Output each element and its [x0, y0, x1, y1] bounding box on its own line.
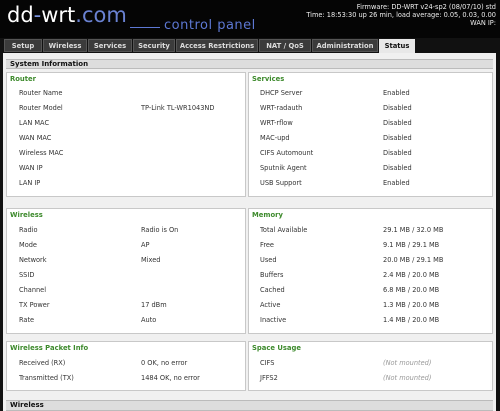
row-value: Disabled	[383, 104, 412, 112]
row-label: SSID	[19, 271, 35, 279]
wireless-panel: Wireless Radio Radio is On Mode AP Netwo…	[6, 208, 246, 334]
system-status-info: Firmware: DD-WRT v24-sp2 (08/07/10) std …	[306, 3, 496, 28]
row-value: Auto	[141, 316, 157, 324]
row-value: 9.1 MB / 29.1 MB	[383, 241, 440, 249]
row-value: Radio is On	[141, 226, 179, 234]
row-value: Mixed	[141, 256, 161, 264]
row-label: DHCP Server	[260, 89, 303, 97]
wireless-packet-info-panel: Wireless Packet Info Received (RX) 0 OK,…	[6, 341, 246, 391]
row-label: JFFS2	[260, 374, 278, 382]
row-value: (Not mounted)	[383, 359, 432, 367]
row-label: CIFS Automount	[260, 149, 314, 157]
row-value: 2.4 MB / 20.0 MB	[383, 271, 440, 279]
row-label: Router Model	[19, 104, 63, 112]
row-value: Enabled	[383, 89, 410, 97]
memory-panel-title: Memory	[252, 211, 283, 219]
router-panel: Router Router Name Router Model TP-Link …	[6, 72, 246, 197]
dd-wrt-logo[interactable]: dd-wrt.com	[7, 3, 127, 27]
row-label: Channel	[19, 286, 47, 294]
row-label: WAN MAC	[19, 134, 52, 142]
row-label: Mode	[19, 241, 37, 249]
main-tab-bar: Setup Wireless Services Security Access …	[0, 38, 500, 54]
row-value: 29.1 MB / 32.0 MB	[383, 226, 444, 234]
tab-access-restrictions[interactable]: Access Restrictions	[176, 39, 258, 52]
row-value: (Not mounted)	[383, 374, 432, 382]
row-label: Radio	[19, 226, 38, 234]
services-panel: Services DHCP Server Enabled WRT-radauth…	[248, 72, 493, 197]
row-label: Active	[260, 301, 281, 309]
header: dd-wrt.com control panel Firmware: DD-WR…	[0, 0, 500, 38]
row-label: CIFS	[260, 359, 275, 367]
section-title-wireless: Wireless	[6, 400, 493, 411]
services-panel-title: Services	[252, 75, 285, 83]
row-label: WRT-radauth	[260, 104, 303, 112]
wan-ip-text: WAN IP:	[470, 19, 496, 28]
row-value: Disabled	[383, 149, 412, 157]
row-label: Free	[260, 241, 274, 249]
section-title-system-information: System Information	[6, 59, 493, 69]
logo-wrt: wrt	[41, 3, 76, 27]
space-usage-panel: Space Usage CIFS (Not mounted) JFFS2 (No…	[248, 341, 493, 391]
row-label: Buffers	[260, 271, 284, 279]
row-value: 17 dBm	[141, 301, 167, 309]
row-label: Network	[19, 256, 47, 264]
row-label: Router Name	[19, 89, 63, 97]
row-value: Enabled	[383, 179, 410, 187]
control-panel-label: control panel	[164, 18, 256, 33]
row-label: LAN IP	[19, 179, 41, 187]
row-value: Disabled	[383, 134, 412, 142]
row-label: WRT-rflow	[260, 119, 293, 127]
row-label: Rate	[19, 316, 35, 324]
row-value: Disabled	[383, 164, 412, 172]
row-label: Wireless MAC	[19, 149, 64, 157]
row-label: Received (RX)	[19, 359, 66, 367]
row-label: LAN MAC	[19, 119, 50, 127]
row-label: TX Power	[19, 301, 50, 309]
row-label: USB Support	[260, 179, 302, 187]
uptime-text: Time: 18:53:30 up 26 min, load average: …	[306, 11, 496, 20]
row-value: AP	[141, 241, 150, 249]
tab-status[interactable]: Status	[379, 39, 415, 54]
row-label: MAC-upd	[260, 134, 290, 142]
tab-services[interactable]: Services	[88, 39, 132, 52]
row-value: 1484 OK, no error	[141, 374, 200, 382]
row-label: Transmitted (TX)	[19, 374, 74, 382]
row-value: TP-Link TL-WR1043ND	[141, 104, 215, 112]
tab-setup[interactable]: Setup	[4, 39, 42, 52]
row-value: 1.3 MB / 20.0 MB	[383, 301, 440, 309]
row-value: 1.4 MB / 20.0 MB	[383, 316, 440, 324]
row-value: 20.0 MB / 29.1 MB	[383, 256, 444, 264]
wireless-packet-info-title: Wireless Packet Info	[10, 344, 89, 352]
tab-nat-qos[interactable]: NAT / QoS	[259, 39, 311, 52]
router-panel-title: Router	[10, 75, 36, 83]
tab-security[interactable]: Security	[133, 39, 175, 52]
main-content: System Information Router Router Name Ro…	[3, 53, 496, 411]
space-usage-title: Space Usage	[252, 344, 301, 352]
tab-wireless[interactable]: Wireless	[43, 39, 87, 52]
logo-underline	[130, 27, 160, 28]
logo-dd: dd	[7, 3, 34, 27]
row-label: WAN IP	[19, 164, 43, 172]
wireless-panel-title: Wireless	[10, 211, 43, 219]
firmware-text: Firmware: DD-WRT v24-sp2 (08/07/10) std	[356, 3, 496, 11]
row-label: Total Available	[260, 226, 308, 234]
row-label: Inactive	[260, 316, 287, 324]
tab-administration[interactable]: Administration	[312, 39, 378, 52]
row-label: Sputnik Agent	[260, 164, 307, 172]
memory-panel: Memory Total Available 29.1 MB / 32.0 MB…	[248, 208, 493, 334]
logo-com: .com	[75, 3, 127, 27]
row-value: 6.8 MB / 20.0 MB	[383, 286, 440, 294]
row-value: 0 OK, no error	[141, 359, 188, 367]
row-label: Cached	[260, 286, 285, 294]
row-value: Disabled	[383, 119, 412, 127]
row-label: Used	[260, 256, 277, 264]
